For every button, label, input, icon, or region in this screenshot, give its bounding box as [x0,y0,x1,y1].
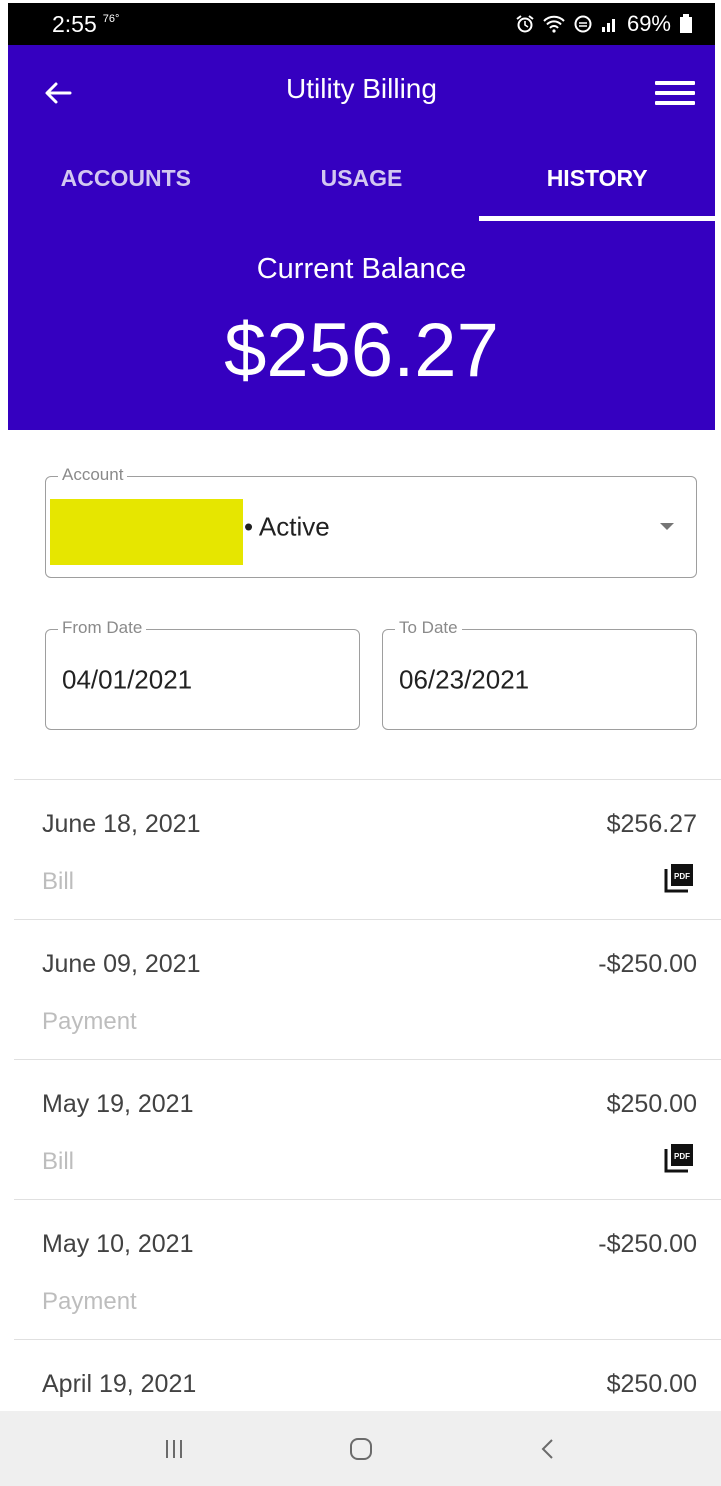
transaction-row[interactable]: June 18, 2021 Bill $256.27 PDF [14,779,721,919]
wifi-icon [543,15,565,33]
to-date-label: To Date [395,618,462,638]
pdf-label: PDF [674,872,690,881]
home-icon [349,1437,372,1460]
transaction-date: May 19, 2021 [42,1090,194,1118]
chevron-left-icon [541,1438,553,1459]
transaction-row[interactable]: May 19, 2021 Bill $250.00 PDF [14,1059,721,1199]
status-time: 2:55 [52,10,97,37]
transaction-date: April 19, 2021 [42,1370,197,1398]
data-icon [574,15,592,33]
signal-icon [601,19,615,32]
chevron-down-icon [660,523,674,530]
transaction-amount: $250.00 [606,1370,697,1398]
transaction-date: June 18, 2021 [42,810,201,838]
transaction-amount: $250.00 [606,1090,697,1118]
transaction-row[interactable]: May 10, 2021 Payment -$250.00 [14,1199,721,1339]
tab-label: USAGE [320,165,403,191]
transaction-type: Bill [42,868,75,895]
pdf-label: PDF [674,1152,690,1161]
transaction-date: June 09, 2021 [42,950,201,978]
tab-usage[interactable]: USAGE [244,141,480,221]
home-button[interactable] [331,1424,391,1474]
recent-apps-icon [165,1439,182,1458]
to-date-value: 06/23/2021 [399,664,530,694]
balance-label: Current Balance [256,253,467,285]
app-header: Utility Billing ACCOUNTS USAGE HISTORY C… [8,45,715,430]
alarm-icon [516,15,534,33]
tab-label: ACCOUNTS [60,165,191,191]
hamburger-menu-icon [655,81,695,85]
transaction-amount: $256.27 [606,810,697,838]
top-app-bar: Utility Billing [8,45,715,141]
tab-history[interactable]: HISTORY [479,141,715,221]
tab-accounts[interactable]: ACCOUNTS [8,141,244,221]
battery-percent: 69% [626,11,671,36]
transaction-date: May 10, 2021 [42,1230,194,1258]
transaction-type: Payment [42,1008,137,1035]
transaction-type: Bill [42,1148,75,1175]
pdf-icon[interactable]: PDF [663,862,695,894]
menu-button[interactable] [653,73,697,113]
status-bar: 2:55 76° 69% [8,3,715,45]
transaction-amount: -$250.00 [598,1230,697,1258]
account-status: • Active [244,511,330,542]
account-label: Account [58,465,128,485]
battery-icon [680,14,692,33]
tab-label: HISTORY [546,165,648,191]
redacted-account-number [50,499,243,565]
pdf-icon[interactable]: PDF [663,1142,695,1174]
from-date-field[interactable]: From Date 04/01/2021 [45,618,360,730]
recent-apps-button[interactable] [144,1424,204,1474]
system-nav-bar [0,1411,721,1486]
status-left: 2:55 76° [52,11,119,38]
from-date-value: 04/01/2021 [62,664,193,694]
hamburger-line [655,101,695,105]
back-nav-button[interactable] [518,1424,578,1474]
account-select[interactable]: Account • Active [45,465,697,578]
transaction-row[interactable]: June 09, 2021 Payment -$250.00 [14,919,721,1059]
page-title: Utility Billing [286,73,437,104]
status-right: 69% [515,11,693,37]
tab-bar: ACCOUNTS USAGE HISTORY [8,141,715,221]
hamburger-line [655,91,695,95]
transaction-amount: -$250.00 [598,950,697,978]
from-date-label: From Date [58,618,147,638]
to-date-field[interactable]: To Date 06/23/2021 [382,618,697,730]
status-temperature: 76° [102,12,120,25]
transaction-type: Payment [42,1288,137,1315]
balance-amount: $256.27 [224,308,499,393]
